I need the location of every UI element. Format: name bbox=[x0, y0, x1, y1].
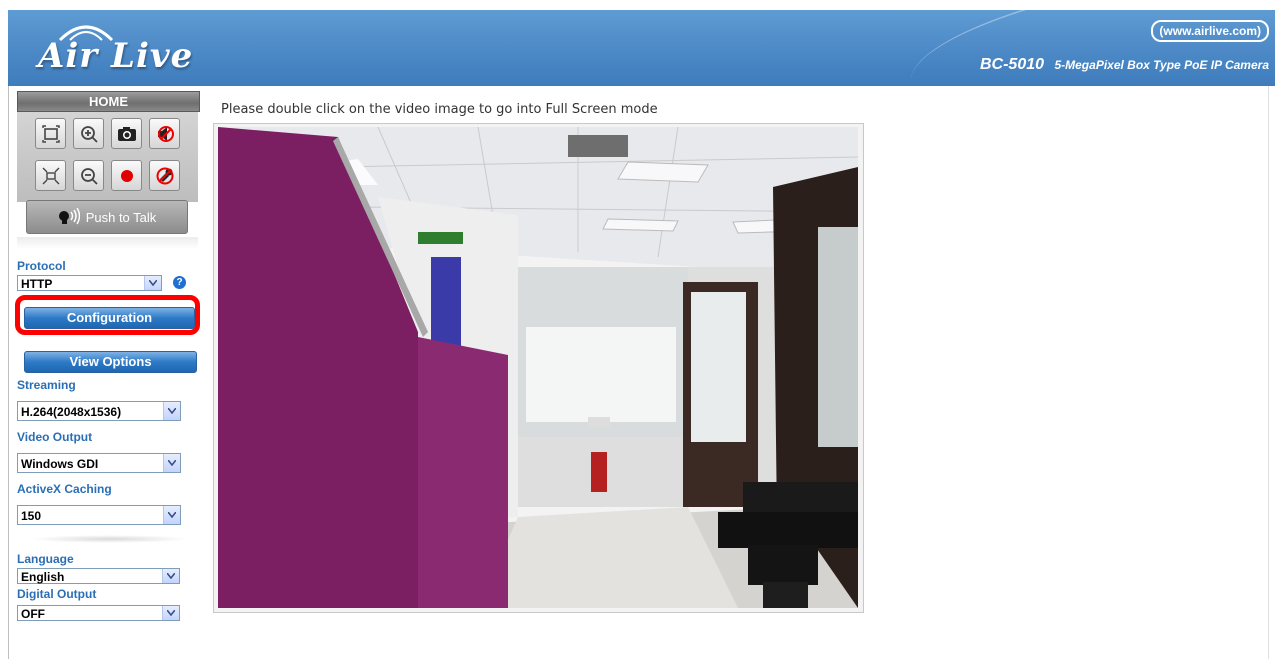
activex-caching-label: ActiveX Caching bbox=[17, 482, 112, 496]
record-icon bbox=[120, 169, 133, 182]
chevron-down-icon bbox=[163, 506, 180, 524]
digital-output-select[interactable]: OFF bbox=[17, 605, 180, 621]
record-button[interactable] bbox=[111, 160, 142, 191]
website-link[interactable]: (www.airlive.com) bbox=[1151, 20, 1269, 42]
snapshot-button[interactable] bbox=[111, 118, 142, 149]
fit-window-icon bbox=[41, 124, 60, 143]
streaming-select[interactable]: H.264(2048x1536) bbox=[17, 401, 181, 421]
zoom-in-button[interactable] bbox=[73, 118, 104, 149]
video-output-label: Video Output bbox=[17, 430, 93, 444]
activex-caching-value: 150 bbox=[21, 509, 42, 523]
chevron-down-icon bbox=[162, 569, 179, 583]
push-to-talk-button[interactable]: Push to Talk bbox=[26, 200, 188, 234]
talk-icon bbox=[58, 208, 80, 225]
push-to-talk-label: Push to Talk bbox=[85, 209, 157, 225]
protocol-value: HTTP bbox=[21, 277, 53, 291]
streaming-label: Streaming bbox=[17, 378, 76, 392]
model-code: BC-5010 bbox=[979, 56, 1045, 73]
camera-icon bbox=[117, 126, 136, 141]
logo-text: Air Live bbox=[38, 36, 194, 76]
language-label: Language bbox=[17, 552, 74, 566]
camera-control-panel bbox=[17, 112, 198, 202]
fit-window-button[interactable] bbox=[35, 118, 66, 149]
zoom-out-icon bbox=[80, 167, 98, 185]
speaker-mute-icon bbox=[157, 125, 174, 142]
activex-caching-select[interactable]: 150 bbox=[17, 505, 181, 525]
digital-output-label: Digital Output bbox=[17, 587, 97, 601]
video-output-value: Windows GDI bbox=[21, 457, 99, 471]
chevron-down-icon bbox=[163, 402, 180, 420]
mute-speaker-button[interactable] bbox=[149, 118, 180, 149]
home-button[interactable]: HOME bbox=[17, 91, 200, 112]
mute-microphone-button[interactable] bbox=[149, 160, 180, 191]
fullscreen-hint: Please double click on the video image t… bbox=[221, 102, 658, 117]
model-title: BC-5010 5-MegaPixel Box Type PoE IP Came… bbox=[980, 56, 1269, 74]
model-description: 5-MegaPixel Box Type PoE IP Camera bbox=[1054, 58, 1269, 72]
header-banner: Air Live (www.airlive.com) BC-5010 5-Meg… bbox=[8, 10, 1275, 86]
language-value: English bbox=[21, 570, 65, 584]
full-screen-icon bbox=[42, 167, 59, 184]
digital-output-value: OFF bbox=[21, 607, 45, 621]
view-options-button[interactable]: View Options bbox=[24, 351, 197, 373]
chevron-down-icon bbox=[163, 454, 180, 472]
live-video-view[interactable] bbox=[218, 127, 858, 608]
video-scene-illustration bbox=[218, 127, 858, 608]
zoom-out-button[interactable] bbox=[73, 160, 104, 191]
right-border bbox=[1268, 86, 1269, 659]
video-output-select[interactable]: Windows GDI bbox=[17, 453, 181, 473]
streaming-value: H.264(2048x1536) bbox=[21, 405, 122, 419]
airlive-logo: Air Live bbox=[38, 25, 213, 82]
language-select[interactable]: English bbox=[17, 568, 180, 584]
protocol-select[interactable]: HTTP bbox=[17, 275, 162, 291]
section-divider bbox=[30, 535, 190, 543]
protocol-label: Protocol bbox=[17, 259, 66, 273]
video-frame bbox=[213, 123, 864, 613]
chevron-down-icon bbox=[162, 606, 179, 620]
panel-fade-divider bbox=[17, 237, 198, 249]
zoom-in-icon bbox=[80, 125, 98, 143]
chevron-down-icon bbox=[144, 276, 161, 290]
highlight-annotation bbox=[15, 295, 200, 335]
microphone-mute-icon bbox=[156, 167, 173, 184]
help-icon[interactable]: ? bbox=[173, 276, 186, 289]
full-screen-button[interactable] bbox=[35, 160, 66, 191]
left-border bbox=[8, 86, 9, 659]
